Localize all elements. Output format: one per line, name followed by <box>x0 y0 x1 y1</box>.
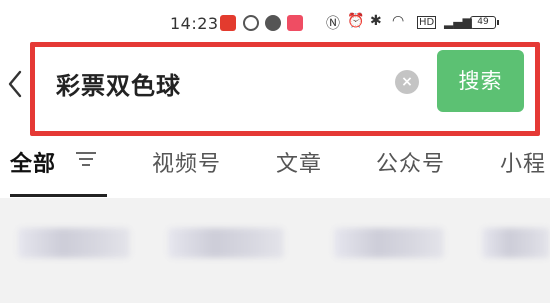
hexagon-app-icon <box>243 15 259 31</box>
tab-channels[interactable]: 视频号 <box>152 146 221 178</box>
clear-icon[interactable]: × <box>395 70 419 94</box>
filter-icon[interactable] <box>76 152 96 166</box>
chat-bubble-icon <box>265 15 281 31</box>
back-arrow-icon[interactable] <box>2 66 26 102</box>
result-tabs: 全部 视频号 文章 公众号 小程 <box>0 138 550 198</box>
app-notification-icon <box>220 15 236 31</box>
search-button[interactable]: 搜索 <box>437 50 524 112</box>
status-bar: 14:23 Ⓝ ⏰ ✱ ◠ HD ▂▄▆ 49 <box>0 0 550 42</box>
blurred-result-item[interactable] <box>334 228 444 258</box>
app-badge-icon <box>287 15 303 31</box>
tab-official-accounts[interactable]: 公众号 <box>376 146 445 178</box>
wifi-icon: ◠ <box>392 13 405 29</box>
nfc-icon: Ⓝ <box>326 16 340 32</box>
hd-icon: HD <box>417 16 437 29</box>
status-time: 14:23 <box>170 14 219 33</box>
alarm-icon: ⏰ <box>347 13 365 29</box>
search-header: 彩票双色球 × 搜索 <box>0 42 550 152</box>
results-area <box>0 198 550 303</box>
bluetooth-icon: ✱ <box>370 13 382 29</box>
search-input[interactable]: 彩票双色球 × <box>40 50 436 112</box>
search-query-text: 彩票双色球 <box>56 72 181 100</box>
blurred-result-item[interactable] <box>18 228 130 258</box>
signal-icon: ▂▄▆ <box>444 15 472 29</box>
battery-icon: 49 <box>470 16 499 29</box>
tab-mini-programs[interactable]: 小程 <box>500 146 546 178</box>
tab-all[interactable]: 全部 <box>10 146 56 178</box>
blurred-result-item[interactable] <box>168 228 284 258</box>
active-tab-indicator <box>10 194 107 197</box>
blurred-result-item[interactable] <box>482 228 550 258</box>
tab-articles[interactable]: 文章 <box>276 146 322 178</box>
